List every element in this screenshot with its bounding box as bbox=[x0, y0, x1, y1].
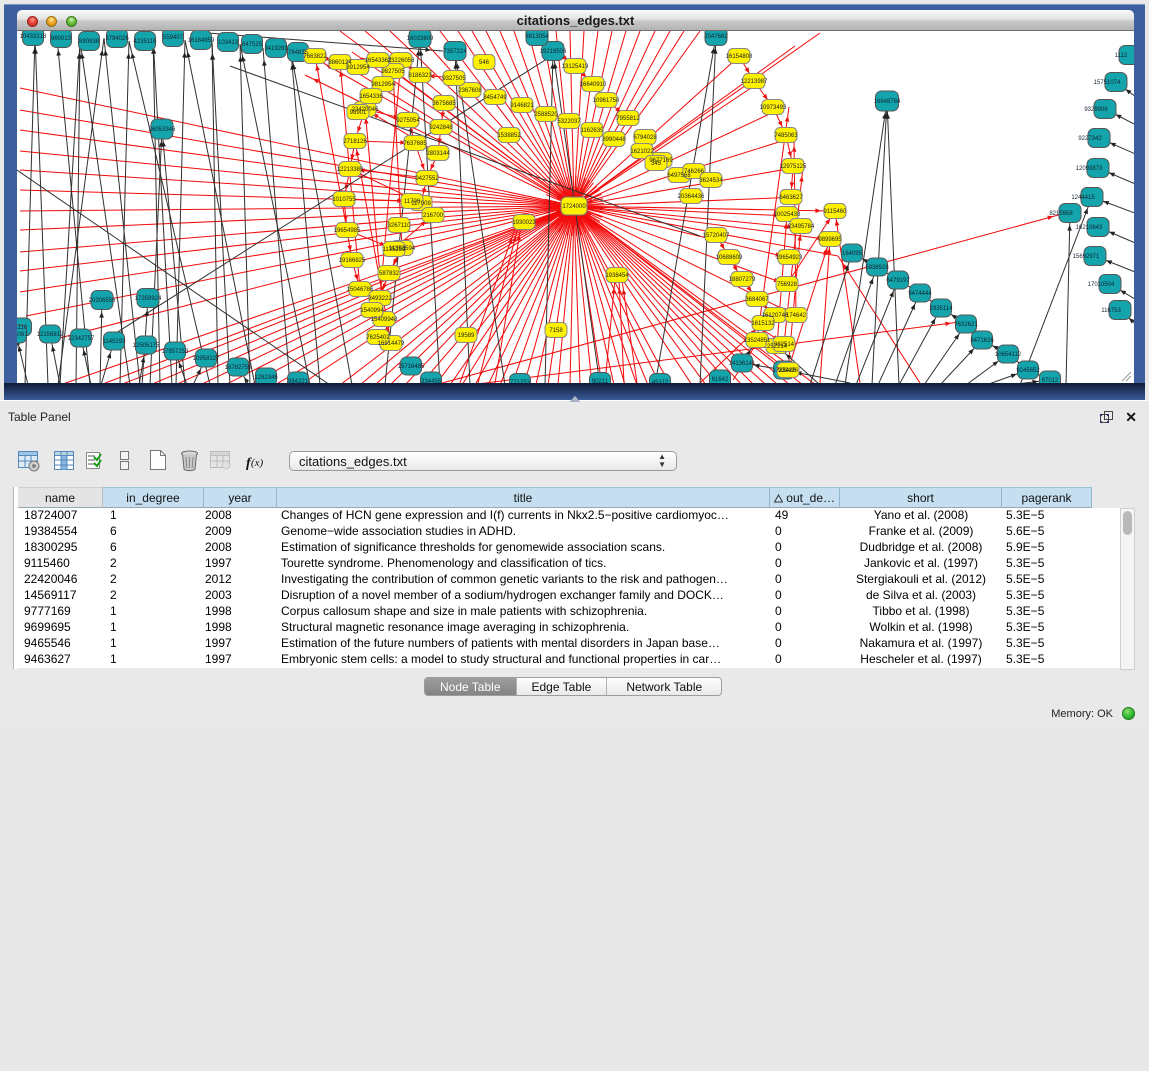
svg-text:(x): (x) bbox=[251, 457, 264, 469]
